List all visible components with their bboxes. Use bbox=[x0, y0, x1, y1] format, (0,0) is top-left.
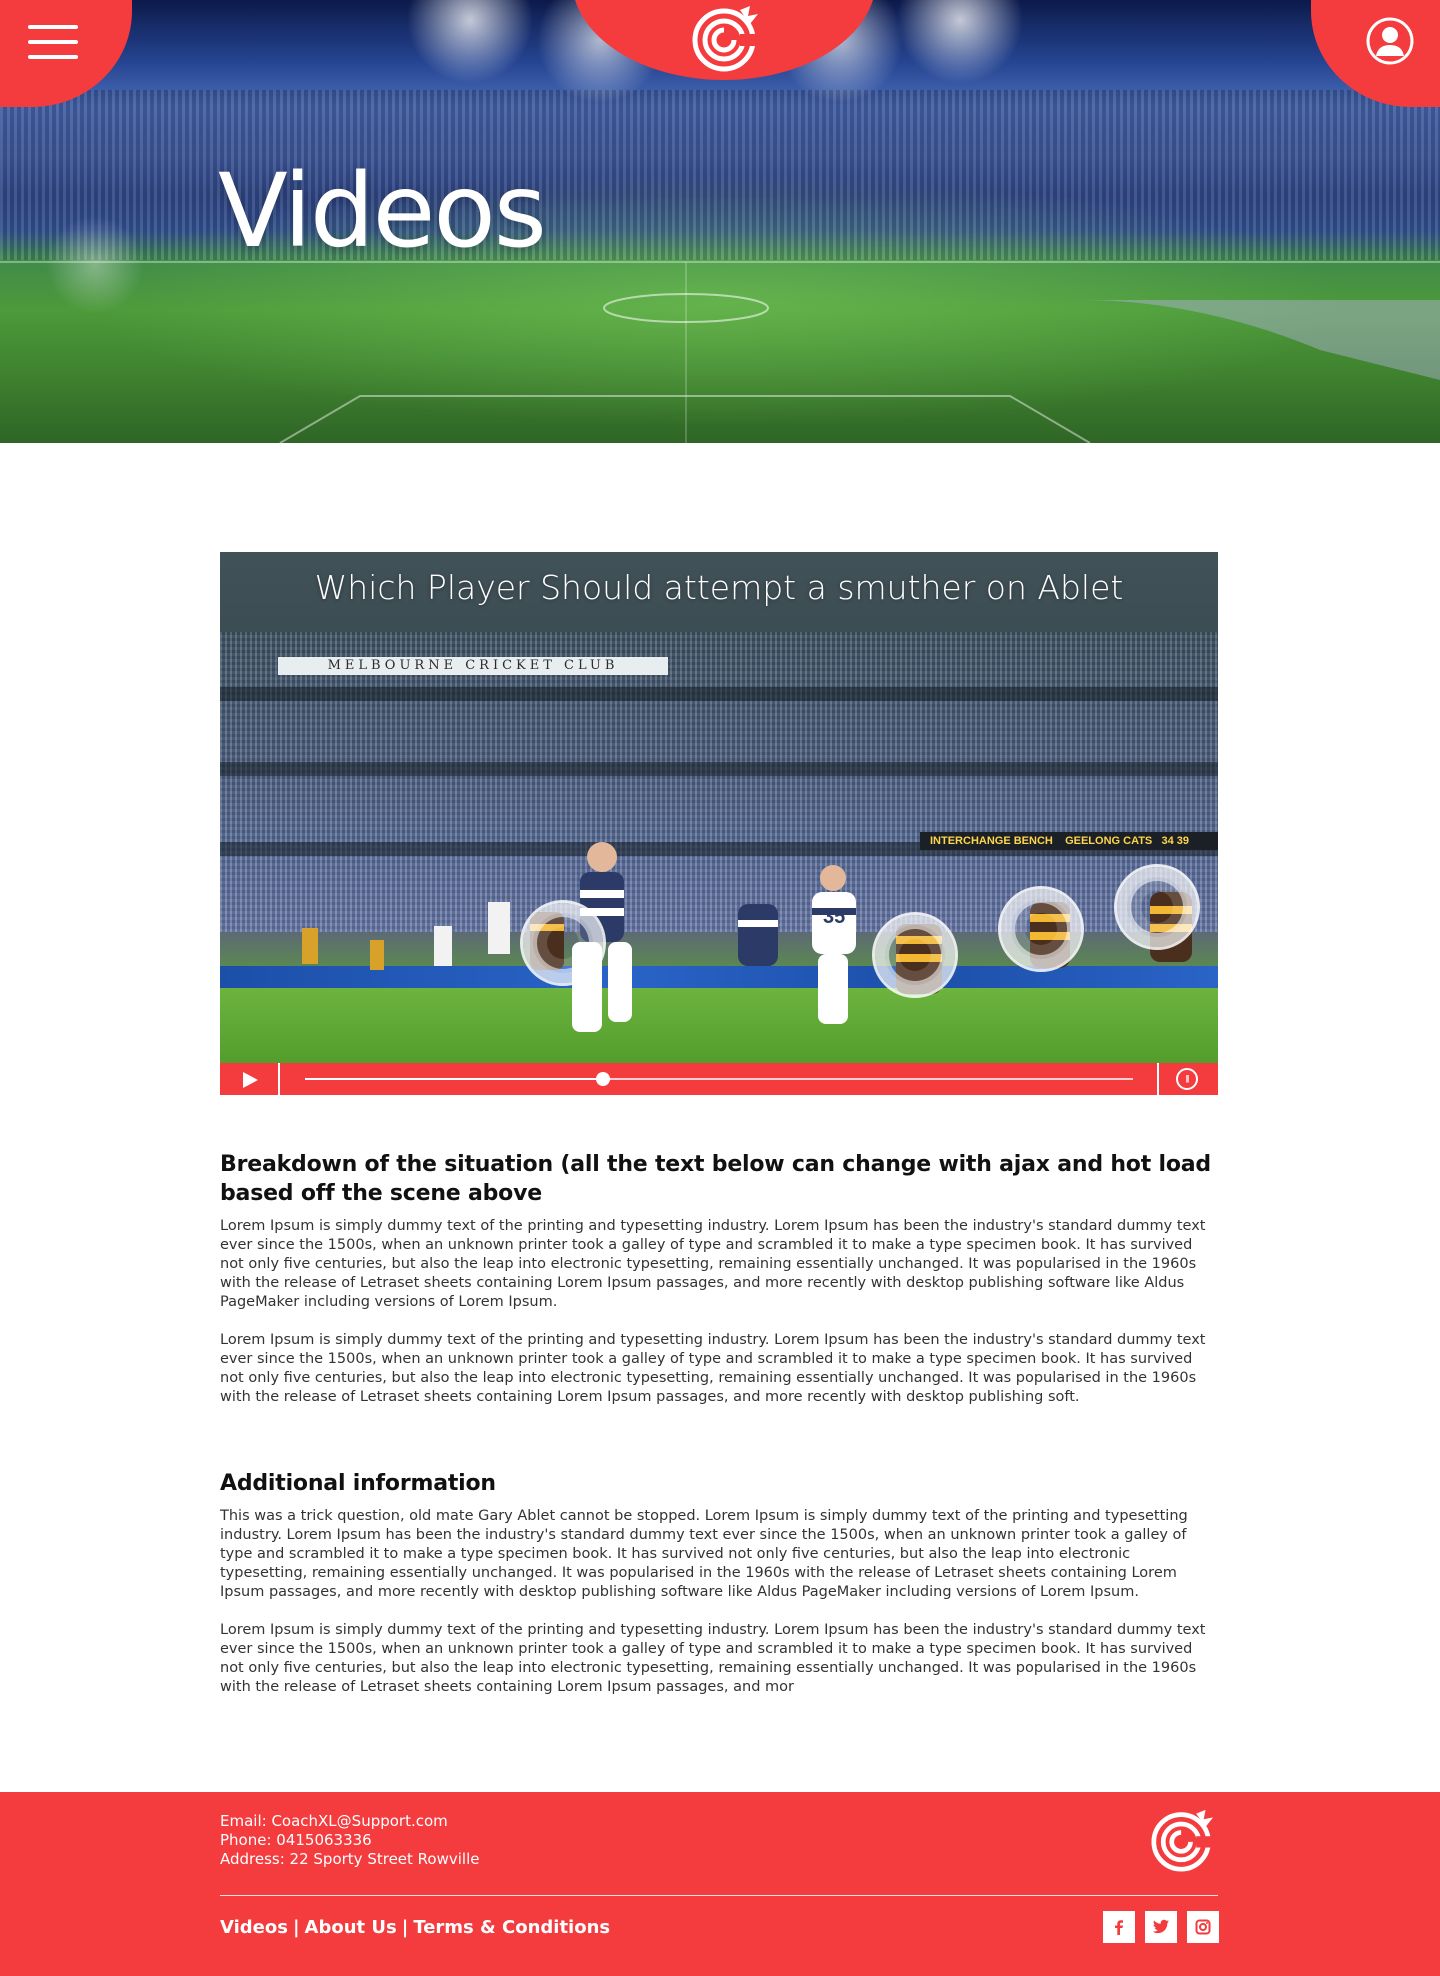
footer-divider bbox=[220, 1895, 1218, 1896]
footer-link-videos[interactable]: Videos bbox=[220, 1917, 288, 1938]
facebook-icon[interactable] bbox=[1103, 1911, 1135, 1943]
user-profile-icon[interactable] bbox=[1366, 17, 1414, 65]
footer-link-about-us[interactable]: About Us bbox=[305, 1917, 397, 1938]
footer-separator: | bbox=[401, 1917, 409, 1938]
footer: Email: CoachXL@Support.com Phone: 041506… bbox=[0, 1792, 1440, 1976]
contact-phone[interactable]: Phone: 0415063336 bbox=[220, 1831, 479, 1850]
footer-nav: Videos | About Us | Terms & Conditions bbox=[220, 1917, 610, 1938]
additional-info-paragraph-1: This was a trick question, old mate Gary… bbox=[220, 1508, 1188, 1600]
progress-fill bbox=[305, 1078, 604, 1080]
player-target-3[interactable] bbox=[998, 886, 1084, 972]
player-target-2[interactable] bbox=[872, 912, 958, 998]
contact-info: Email: CoachXL@Support.com Phone: 041506… bbox=[220, 1812, 479, 1869]
player-target-4[interactable] bbox=[1114, 864, 1200, 950]
additional-info-paragraph-2: Lorem Ipsum is simply dummy text of the … bbox=[220, 1622, 1206, 1695]
video-controls: ||| bbox=[220, 1063, 1218, 1095]
video-player[interactable]: MELBOURNE CRICKET CLUB INTERCHANGE BENCH… bbox=[220, 552, 1218, 1095]
play-button[interactable] bbox=[220, 1063, 280, 1095]
breakdown-heading: Breakdown of the situation (all the text… bbox=[220, 1152, 1211, 1206]
volume-button[interactable]: ||| bbox=[1157, 1063, 1218, 1095]
progress-handle[interactable] bbox=[596, 1072, 611, 1086]
additional-info-section: Additional information This was a trick … bbox=[220, 1469, 1218, 1697]
volume-icon: ||| bbox=[1176, 1068, 1198, 1090]
hamburger-menu-icon[interactable] bbox=[28, 25, 78, 61]
breakdown-section: Breakdown of the situation (all the text… bbox=[220, 1150, 1218, 1407]
footer-separator: | bbox=[292, 1917, 300, 1938]
progress-bar[interactable] bbox=[305, 1072, 1133, 1086]
instagram-icon[interactable] bbox=[1187, 1911, 1219, 1943]
article: Breakdown of the situation (all the text… bbox=[220, 1150, 1218, 1697]
contact-email[interactable]: Email: CoachXL@Support.com bbox=[220, 1812, 479, 1831]
contact-address: Address: 22 Sporty Street Rowville bbox=[220, 1850, 480, 1868]
twitter-icon[interactable] bbox=[1145, 1911, 1177, 1943]
additional-info-heading: Additional information bbox=[220, 1471, 496, 1496]
video-title: Which Player Should attempt a smuther on… bbox=[314, 568, 1124, 607]
footer-link-terms[interactable]: Terms & Conditions bbox=[413, 1917, 610, 1938]
page-title: Videos bbox=[218, 152, 547, 271]
breakdown-paragraph-1: Lorem Ipsum is simply dummy text of the … bbox=[220, 1218, 1206, 1310]
hero-banner: Videos bbox=[0, 0, 1440, 443]
player-target-1[interactable] bbox=[520, 900, 606, 986]
coachxl-logo[interactable] bbox=[688, 4, 764, 72]
coachxl-footer-logo[interactable] bbox=[1146, 1808, 1220, 1872]
breakdown-paragraph-2: Lorem Ipsum is simply dummy text of the … bbox=[220, 1332, 1206, 1405]
svg-text:35: 35 bbox=[823, 906, 845, 928]
players-scene: 35 bbox=[302, 842, 1192, 1032]
